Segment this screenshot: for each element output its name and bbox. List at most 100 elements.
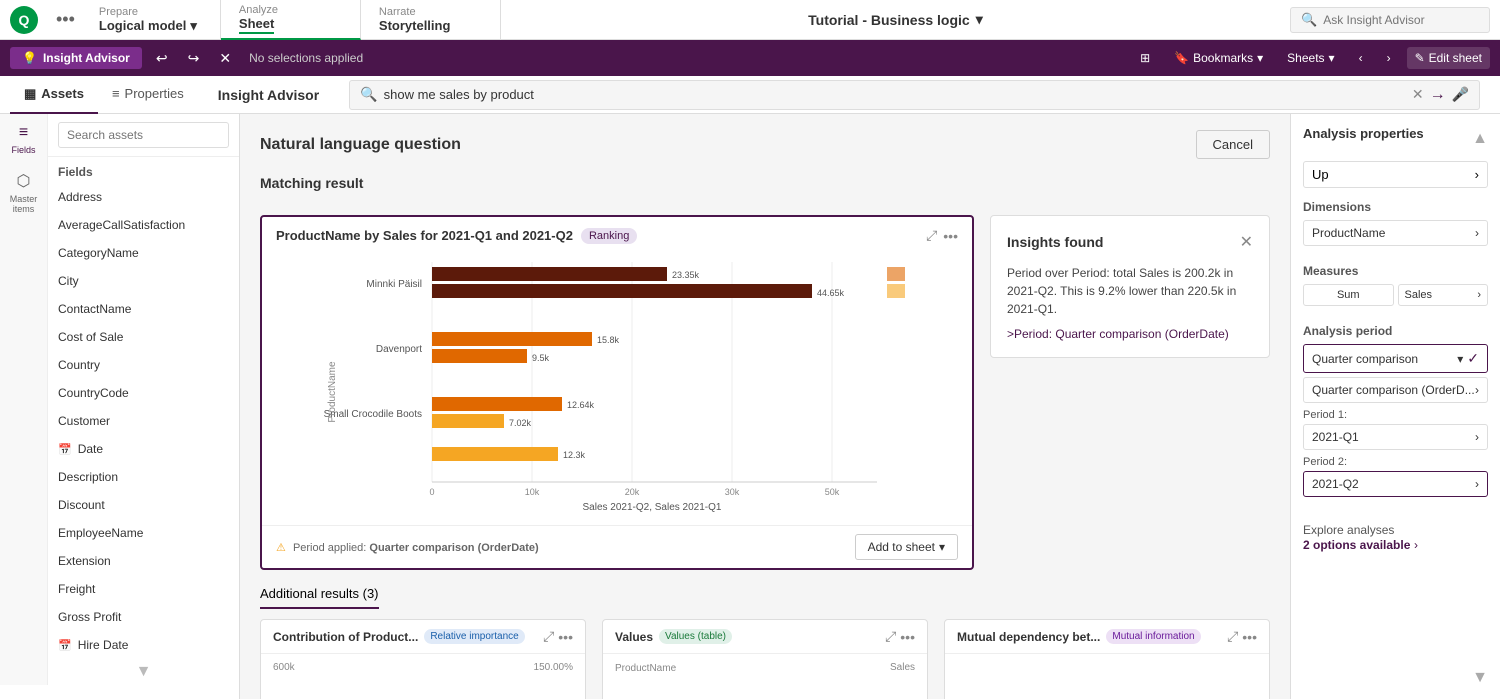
ia-search-input[interactable] xyxy=(384,87,1406,102)
svg-text:50k: 50k xyxy=(825,487,840,497)
quarter-comparison-sub[interactable]: Quarter comparison (OrderD... › xyxy=(1303,377,1488,403)
dimension-productname[interactable]: ProductName › xyxy=(1303,220,1488,246)
search-icon: 🔍 xyxy=(1301,12,1317,28)
grid-view-button[interactable]: ⊞ xyxy=(1132,47,1158,69)
field-item-description[interactable]: Description xyxy=(48,463,239,491)
right-panel: Analysis properties ▲ Up › Dimensions Pr… xyxy=(1290,114,1500,699)
svg-text:12.3k: 12.3k xyxy=(563,450,586,460)
nav-search-bar[interactable]: 🔍 xyxy=(1290,7,1490,33)
field-item-countrycode[interactable]: CountryCode xyxy=(48,379,239,407)
toolbar: 💡 Insight Advisor ↩ ↪ ✕ No selections ap… xyxy=(0,40,1500,76)
expand-small-card-2[interactable]: ⤢ xyxy=(885,628,896,645)
expand-small-card-1[interactable]: ⤢ xyxy=(543,628,554,645)
right-panel-scroll-bottom[interactable]: ▼ xyxy=(1472,669,1488,686)
field-item-extension[interactable]: Extension xyxy=(48,547,239,575)
period1-input[interactable]: 2021-Q1 › xyxy=(1303,424,1488,450)
field-item-costofsale[interactable]: Cost of Sale xyxy=(48,323,239,351)
svg-text:20k: 20k xyxy=(625,487,640,497)
more-small-card-1[interactable]: ••• xyxy=(558,628,573,645)
insights-close-button[interactable]: ✕ xyxy=(1240,232,1253,252)
selections-forward-button[interactable]: ↪ xyxy=(182,48,206,69)
svg-text:Minnki Päisil: Minnki Päisil xyxy=(366,279,422,290)
narrate-section[interactable]: Narrate Storytelling xyxy=(361,0,501,40)
field-item-contact[interactable]: ContactName xyxy=(48,295,239,323)
more-small-card-2[interactable]: ••• xyxy=(900,628,915,645)
prepare-value: Logical model ▾ xyxy=(99,18,202,34)
field-item-customer[interactable]: Customer xyxy=(48,407,239,435)
svg-text:7.02k: 7.02k xyxy=(509,418,532,428)
right-panel-scroll-top[interactable]: ▲ xyxy=(1472,130,1488,148)
expand-chart-button[interactable]: ⤢ xyxy=(926,227,937,244)
period2-input[interactable]: 2021-Q2 › xyxy=(1303,471,1488,497)
nav-search-input[interactable] xyxy=(1323,13,1479,27)
svg-text:ProductName: ProductName xyxy=(327,361,338,423)
small-card-contribution-content: 600k 150.00% xyxy=(261,654,585,699)
nlq-title: Natural language question xyxy=(260,136,461,154)
nav-prev-button[interactable]: ‹ xyxy=(1351,47,1371,69)
field-item-hiredate[interactable]: 📅 Hire Date xyxy=(48,631,239,659)
measures-title: Measures xyxy=(1303,264,1488,278)
sidebar-fields-icon-btn[interactable]: ≡ Fields xyxy=(11,124,35,155)
insights-link[interactable]: >Period: Quarter comparison (OrderDate) xyxy=(1007,327,1229,341)
small-cards: Contribution of Product... Relative impo… xyxy=(260,619,1270,699)
add-to-sheet-button[interactable]: Add to sheet ▾ xyxy=(855,534,958,560)
more-small-card-3[interactable]: ••• xyxy=(1242,628,1257,645)
sales-tag[interactable]: Sales › xyxy=(1398,284,1489,306)
no-selections-text: No selections applied xyxy=(249,51,363,65)
field-item-discount[interactable]: Discount xyxy=(48,491,239,519)
sheets-button[interactable]: Sheets ▾ xyxy=(1279,47,1342,69)
lightbulb-icon: 💡 xyxy=(22,51,37,65)
fields-search xyxy=(48,114,239,157)
svg-text:Small Crocodile Boots: Small Crocodile Boots xyxy=(324,409,422,420)
explore-link[interactable]: 2 options available xyxy=(1303,538,1410,552)
field-item-country[interactable]: Country xyxy=(48,351,239,379)
period1-chevron-icon: › xyxy=(1475,430,1479,444)
quarter-comparison-dropdown[interactable]: Quarter comparison ▾ ✓ xyxy=(1303,344,1488,373)
additional-results-tab[interactable]: Additional results (3) xyxy=(260,586,379,609)
field-item-avgcall[interactable]: AverageCallSatisfaction xyxy=(48,211,239,239)
submit-search-button[interactable]: → xyxy=(1430,86,1446,104)
edit-sheet-button[interactable]: ✎ Edit sheet xyxy=(1407,47,1490,69)
field-item-grossprofit[interactable]: Gross Profit xyxy=(48,603,239,631)
field-item-date[interactable]: 📅 Date xyxy=(48,435,239,463)
sum-tag[interactable]: Sum xyxy=(1303,284,1394,306)
svg-text:44.65k: 44.65k xyxy=(817,288,845,298)
insight-advisor-button[interactable]: 💡 Insight Advisor xyxy=(10,47,142,69)
explore-chevron-icon: › xyxy=(1414,538,1418,552)
small-card-values-header: Values Values (table) ⤢ ••• xyxy=(603,620,927,654)
field-item-category[interactable]: CategoryName xyxy=(48,239,239,267)
field-item-city[interactable]: City xyxy=(48,267,239,295)
cancel-button[interactable]: Cancel xyxy=(1196,130,1270,159)
insights-header: Insights found ✕ xyxy=(1007,232,1253,252)
calendar-icon: 📅 xyxy=(58,443,72,456)
bookmarks-button[interactable]: 🔖 Bookmarks ▾ xyxy=(1166,47,1271,69)
small-card-values-content: ProductName Sales xyxy=(603,654,927,699)
up-dropdown[interactable]: Up › xyxy=(1303,161,1488,188)
chart-title-area: ProductName by Sales for 2021-Q1 and 202… xyxy=(276,228,637,244)
insights-panel: Insights found ✕ Period over Period: tot… xyxy=(990,215,1270,358)
field-item-address[interactable]: Address xyxy=(48,183,239,211)
prepare-label: Prepare xyxy=(99,6,202,18)
chart-header-actions: ⤢ ••• xyxy=(926,227,958,244)
prepare-section[interactable]: Prepare Logical model ▾ xyxy=(81,0,221,40)
clear-search-button[interactable]: ✕ xyxy=(1412,86,1424,103)
analyze-section[interactable]: Analyze Sheet xyxy=(221,0,361,40)
tab-assets[interactable]: ▦ Assets xyxy=(10,76,98,114)
expand-small-card-3[interactable]: ⤢ xyxy=(1227,628,1238,645)
chart-more-button[interactable]: ••• xyxy=(943,227,958,244)
period2-chevron-icon: › xyxy=(1475,477,1479,491)
field-item-freight[interactable]: Freight xyxy=(48,575,239,603)
ia-header-title: Insight Advisor xyxy=(198,87,339,103)
field-item-employeename[interactable]: EmployeeName xyxy=(48,519,239,547)
small-card-mutual: Mutual dependency bet... Mutual informat… xyxy=(944,619,1270,699)
more-menu-button[interactable]: ••• xyxy=(50,9,81,30)
nav-next-button[interactable]: › xyxy=(1379,47,1399,69)
selections-back-button[interactable]: ↩ xyxy=(150,48,174,69)
clear-selections-button[interactable]: ✕ xyxy=(213,48,237,69)
tab-properties[interactable]: ≡ Properties xyxy=(98,76,198,114)
microphone-button[interactable]: 🎤 xyxy=(1452,86,1469,103)
fields-header: Fields xyxy=(48,157,239,183)
ia-search-bar[interactable]: 🔍 ✕ → 🎤 xyxy=(349,80,1480,110)
sidebar-master-items-icon-btn[interactable]: ⬡ Master items xyxy=(0,171,47,214)
fields-search-input[interactable] xyxy=(58,122,229,148)
